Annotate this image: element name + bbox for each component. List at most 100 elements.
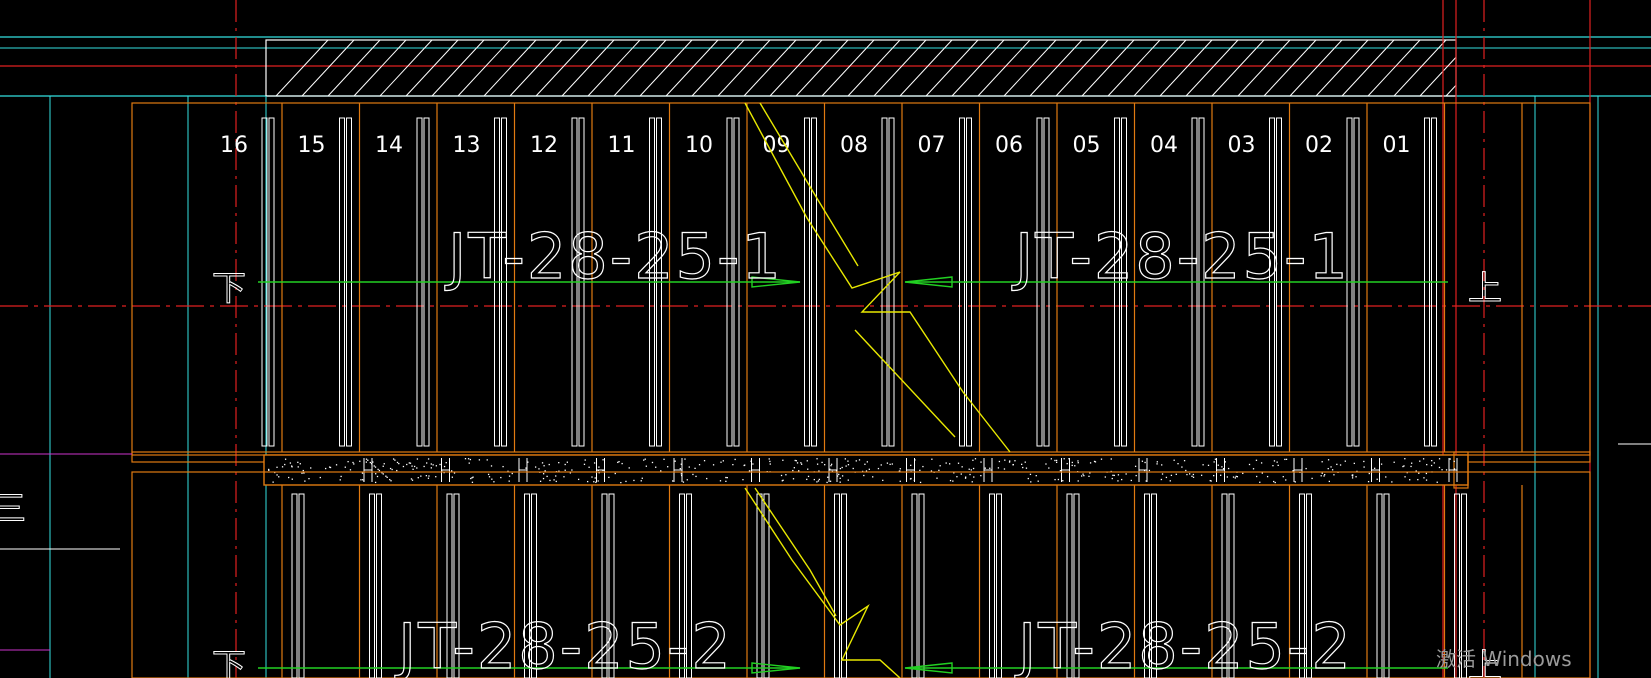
landing-speckle (726, 476, 728, 479)
landing-speckle (1055, 459, 1058, 462)
landing-speckle (621, 462, 623, 465)
landing-speckle (997, 467, 1000, 469)
landing-speckle (288, 476, 290, 479)
landing-speckle (396, 461, 399, 464)
landing-speckle (1144, 461, 1146, 464)
landing-speckle (1037, 480, 1039, 482)
landing-speckle (564, 463, 566, 466)
landing-speckle (1169, 480, 1171, 482)
landing-speckle (417, 477, 419, 479)
landing-speckle (1285, 458, 1288, 460)
step-number: 03 (1228, 133, 1256, 158)
landing-speckle (841, 475, 844, 477)
landing-speckle (1077, 462, 1079, 464)
step-number: 06 (995, 133, 1023, 158)
landing-speckle (1192, 476, 1195, 478)
landing-speckle (276, 474, 278, 476)
landing-speckle (1134, 465, 1137, 467)
landing-speckle (886, 462, 889, 464)
landing-speckle (1331, 469, 1334, 471)
landing-speckle (1436, 481, 1438, 483)
landing-speckle (297, 461, 299, 464)
landing-speckle (938, 469, 940, 471)
landing-speckle (667, 466, 669, 468)
landing-speckle (469, 458, 472, 461)
landing-speckle (949, 463, 951, 465)
landing-speckle (1266, 475, 1269, 478)
landing-speckle (725, 480, 727, 483)
landing-speckle (1175, 473, 1177, 475)
landing-speckle (432, 464, 434, 466)
step-number: 05 (1073, 133, 1101, 158)
landing-speckle (1339, 464, 1342, 466)
landing-speckle (1425, 479, 1428, 481)
landing-speckle (863, 474, 865, 477)
landing-speckle (402, 465, 405, 468)
landing-speckle (1021, 463, 1023, 465)
landing-speckle (792, 478, 795, 480)
landing-speckle (817, 480, 820, 482)
landing-speckle (1376, 478, 1378, 480)
landing-speckle (1160, 478, 1163, 481)
landing-speckle (511, 472, 513, 475)
landing-speckle (712, 464, 715, 466)
landing-speckle (1426, 463, 1428, 466)
lower-down-marker: 下 (212, 647, 246, 678)
cad-stair-plan-drawing: 16 15 14 13 12 11 10 09 08 07 06 05 04 03 02 01 JT-28 (0, 0, 1651, 678)
landing-speckle (409, 462, 412, 464)
landing-speckle (952, 480, 954, 482)
landing-speckle (411, 465, 413, 467)
landing-speckle (1410, 465, 1412, 468)
landing-speckle (1077, 480, 1079, 482)
landing-speckle (464, 458, 467, 460)
landing-speckle (980, 461, 982, 463)
landing-speckle (268, 468, 270, 471)
landing-speckle (408, 462, 410, 464)
landing-speckle (430, 467, 432, 469)
landing-speckle (1433, 462, 1435, 464)
landing-speckle (1125, 473, 1127, 475)
left-edge-glyph: 三 (0, 489, 26, 529)
landing-speckle (577, 478, 580, 481)
landing-speckle (1252, 468, 1255, 470)
landing-speckle (1035, 475, 1037, 477)
landing-speckle (1453, 460, 1455, 463)
landing-speckle (614, 472, 616, 475)
drawing-background (0, 0, 1651, 678)
landing-speckle (1441, 469, 1443, 471)
landing-speckle (686, 479, 688, 481)
landing-speckle (974, 458, 977, 460)
landing-speckle (1418, 472, 1420, 474)
landing-speckle (1170, 474, 1173, 477)
windows-activation-watermark: 激活 Windows (1436, 647, 1572, 671)
landing-speckle (347, 460, 349, 463)
step-number: 16 (220, 133, 248, 158)
landing-speckle (340, 475, 342, 478)
landing-speckle (1200, 474, 1203, 476)
landing-speckle (1351, 475, 1354, 477)
landing-speckle (872, 476, 874, 478)
landing-speckle (493, 481, 495, 483)
landing-speckle (1449, 458, 1451, 460)
landing-speckle (794, 459, 796, 462)
landing-speckle (864, 463, 866, 465)
landing-speckle (367, 459, 369, 461)
landing-speckle (830, 465, 832, 467)
landing-speckle (365, 461, 368, 463)
landing-speckle (1012, 464, 1014, 466)
step-number: 02 (1305, 133, 1333, 158)
landing-speckle (278, 476, 280, 478)
landing-speckle (389, 467, 392, 470)
landing-speckle (1074, 465, 1076, 467)
landing-speckle (734, 458, 736, 461)
landing-speckle (383, 463, 385, 465)
landing-speckle (984, 467, 986, 469)
landing-speckle (423, 465, 425, 468)
landing-speckle (801, 463, 803, 465)
landing-speckle (998, 460, 1001, 463)
landing-speckle (1059, 469, 1062, 472)
upper-down-marker: 下 (212, 269, 246, 309)
landing-speckle (1217, 464, 1219, 466)
landing-speckle (339, 479, 341, 481)
landing-speckle (594, 477, 596, 479)
